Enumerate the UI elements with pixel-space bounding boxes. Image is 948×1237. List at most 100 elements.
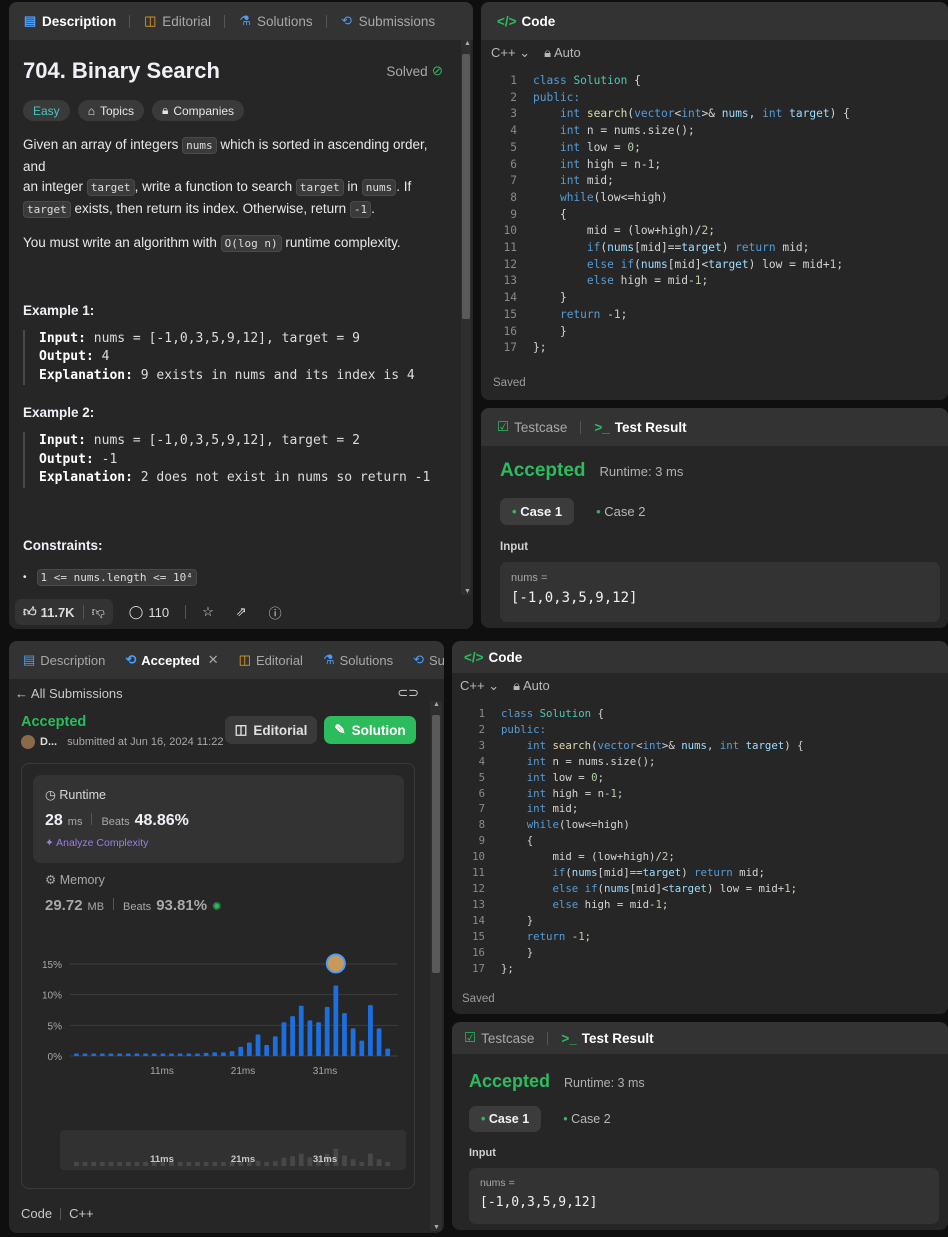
case-1-tab-2[interactable]: • Case 1 bbox=[469, 1106, 542, 1132]
code-line[interactable]: 13 else high = mid-1; bbox=[459, 897, 804, 913]
submission-scrollbar[interactable]: ▲ ▼ bbox=[430, 701, 442, 1231]
runtime-value: 28 bbox=[45, 812, 63, 829]
chart-bar bbox=[307, 1020, 313, 1056]
tab-solutions[interactable]: ⚗ Solutions bbox=[234, 13, 317, 29]
problem-description: Given an array of integers nums which is… bbox=[23, 137, 428, 252]
footer-code-label: Code bbox=[21, 1206, 53, 1221]
arrow-left-icon: ← bbox=[15, 685, 28, 701]
dislike-button[interactable]: 👎︎ bbox=[84, 604, 113, 620]
runtime-card[interactable]: ◷ Runtime 28 ms Beats 48.86% ✦ Analyze C… bbox=[33, 775, 404, 863]
constraint-1: 1 <= nums.length <= 10⁴ bbox=[36, 568, 197, 586]
language-select-2[interactable]: C++ ⌄ bbox=[460, 678, 499, 694]
book-icon: ◫ bbox=[144, 13, 157, 28]
code-line[interactable]: 6 int high = n-1; bbox=[459, 786, 804, 802]
case-2-tab-2[interactable]: • Case 2 bbox=[551, 1106, 622, 1132]
tab-test-result[interactable]: >_ Test Result bbox=[590, 420, 690, 435]
username[interactable]: D... bbox=[40, 736, 57, 748]
tab-submissions-2[interactable]: ⟲Submi bbox=[409, 652, 444, 668]
topics-button[interactable]: ⌂ Topics bbox=[77, 100, 144, 121]
tab-testcase[interactable]: ☑ Testcase bbox=[493, 419, 571, 435]
all-submissions-link[interactable]: ← All Submissions bbox=[15, 686, 123, 701]
companies-button[interactable]: 🔒︎ Companies bbox=[151, 100, 245, 121]
code-line[interactable]: 15 return -1; bbox=[459, 929, 804, 945]
problem-tabbar: ▤ Description ◫ Editorial ⚗ Solutions ⟲ Subm… bbox=[9, 2, 473, 40]
runtime-distribution-chart[interactable]: 15% 10% 5% 0% 11ms 21ms 31ms 11ms 21ms 31ms bbox=[22, 940, 414, 1190]
code-line[interactable]: 11 if(nums[mid]==target) return mid; bbox=[459, 865, 804, 881]
chart-bar bbox=[272, 1036, 278, 1056]
code-line[interactable]: 12 else if(nums[mid]<target) low = mid+1… bbox=[491, 257, 850, 274]
code-line[interactable]: 16 } bbox=[459, 945, 804, 961]
code-line[interactable]: 4 int n = nums.size(); bbox=[491, 123, 850, 140]
code-line[interactable]: 16 } bbox=[491, 324, 850, 341]
code-line[interactable]: 3 int search(vector<int>& nums, int targ… bbox=[491, 106, 850, 123]
auto-mode-2[interactable]: 🔒︎ Auto bbox=[513, 678, 550, 694]
code-line[interactable]: 13 else high = mid-1; bbox=[491, 273, 850, 290]
code-line[interactable]: 14 } bbox=[459, 913, 804, 929]
tab-solutions-2[interactable]: ⚗ Solutions bbox=[319, 652, 397, 668]
result-status-2: Accepted bbox=[469, 1071, 551, 1091]
code-editor[interactable]: 1 class Solution {2 public: 3 int search(ve… bbox=[491, 73, 850, 357]
star-icon[interactable]: ☆ bbox=[196, 604, 220, 620]
code-line[interactable]: 11 if(nums[mid]==target) return mid; bbox=[491, 240, 850, 257]
tab-testcase-2[interactable]: ☑ Testcase bbox=[460, 1030, 538, 1046]
code-line[interactable]: 8 while(low<=high) bbox=[491, 190, 850, 207]
book-icon: ◫ bbox=[234, 722, 248, 737]
chart-bar bbox=[385, 1048, 391, 1056]
tab-submissions[interactable]: ⟲ Submissions bbox=[336, 13, 440, 29]
tab-test-result-2[interactable]: >_ Test Result bbox=[557, 1031, 657, 1046]
share-icon[interactable]: ⇗ bbox=[230, 604, 253, 620]
tab-code-2[interactable]: </> Code bbox=[460, 650, 526, 665]
code-line[interactable]: 9 { bbox=[491, 207, 850, 224]
code-line[interactable]: 7 int mid; bbox=[491, 173, 850, 190]
code-line[interactable]: 5 int low = 0; bbox=[459, 770, 804, 786]
help-icon[interactable]: ⓘ bbox=[263, 603, 288, 622]
editorial-button[interactable]: ◫ Editorial bbox=[225, 716, 317, 744]
code-line[interactable]: 8 while(low<=high) bbox=[459, 817, 804, 833]
code-line[interactable]: 5 int low = 0; bbox=[491, 140, 850, 157]
code-line[interactable]: 3 int search(vector<int>& nums, int targ… bbox=[459, 738, 804, 754]
memory-card[interactable]: ⚙ Memory 29.72 MB Beats 93.81% ✺ bbox=[33, 872, 404, 932]
result-tabbar-2: ☑ Testcase >_ Test Result bbox=[452, 1022, 948, 1054]
comments-button[interactable]: ◯ 110 bbox=[123, 604, 175, 620]
tab-description[interactable]: ▤ Description bbox=[19, 13, 120, 29]
code-line[interactable]: 6 int high = n-1; bbox=[491, 157, 850, 174]
lock-icon: 🔒︎ bbox=[161, 103, 169, 117]
code-editor-2[interactable]: 1 class Solution {2 public: 3 int search(ve… bbox=[459, 706, 804, 977]
code-line[interactable]: 7 int mid; bbox=[459, 801, 804, 817]
case-2-tab[interactable]: • Case 2 bbox=[584, 498, 657, 525]
code-line[interactable]: 1 class Solution { bbox=[491, 73, 850, 90]
tab-accepted[interactable]: ⟲ Accepted ✕ bbox=[121, 652, 222, 668]
tab-editorial-2[interactable]: ◫ Editorial bbox=[235, 652, 307, 668]
tab-description-2[interactable]: ▤ Description bbox=[19, 652, 109, 668]
solution-button[interactable]: ✎ Solution bbox=[324, 716, 416, 744]
close-icon[interactable]: ✕ bbox=[208, 652, 219, 668]
code-line[interactable]: 14 } bbox=[491, 290, 850, 307]
code-line[interactable]: 2 public: bbox=[491, 90, 850, 107]
line-number: 2 bbox=[510, 90, 517, 104]
chart-bar bbox=[212, 1052, 218, 1056]
description-scrollbar[interactable]: ▲ ▼ bbox=[461, 40, 471, 595]
language-select[interactable]: C++ ⌄ bbox=[491, 45, 530, 61]
footer-lang-label: C++ bbox=[69, 1206, 94, 1221]
code-line[interactable]: 12 else if(nums[mid]<target) low = mid+1… bbox=[459, 881, 804, 897]
auto-mode[interactable]: 🔒︎ Auto bbox=[544, 45, 581, 61]
code-line[interactable]: 1 class Solution { bbox=[459, 706, 804, 722]
description-footer: 👍︎ 11.7K 👎︎ ◯ 110 ☆ ⇗ ⓘ bbox=[9, 595, 473, 629]
code-line[interactable]: 9 { bbox=[459, 833, 804, 849]
analyze-complexity-link[interactable]: ✦ Analyze Complexity bbox=[45, 837, 392, 849]
tab-code[interactable]: </> Code bbox=[493, 14, 559, 29]
link-icon[interactable]: ⊂⊃ bbox=[397, 685, 419, 701]
code-line[interactable]: 10 mid = (low+high)/2; bbox=[459, 849, 804, 865]
like-button[interactable]: 👍︎ 11.7K bbox=[15, 604, 83, 620]
line-number: 14 bbox=[472, 913, 485, 927]
case-1-tab[interactable]: • Case 1 bbox=[500, 498, 575, 525]
tab-editorial[interactable]: ◫ Editorial bbox=[139, 13, 215, 29]
code-line[interactable]: 15 return -1; bbox=[491, 307, 850, 324]
code-line[interactable]: 17}; bbox=[491, 340, 850, 357]
code-line[interactable]: 10 mid = (low+high)/2; bbox=[491, 223, 850, 240]
line-number: 9 bbox=[510, 207, 517, 221]
code-line[interactable]: 17}; bbox=[459, 961, 804, 977]
chart-bar bbox=[134, 1053, 140, 1056]
code-line[interactable]: 2 public: bbox=[459, 722, 804, 738]
code-line[interactable]: 4 int n = nums.size(); bbox=[459, 754, 804, 770]
